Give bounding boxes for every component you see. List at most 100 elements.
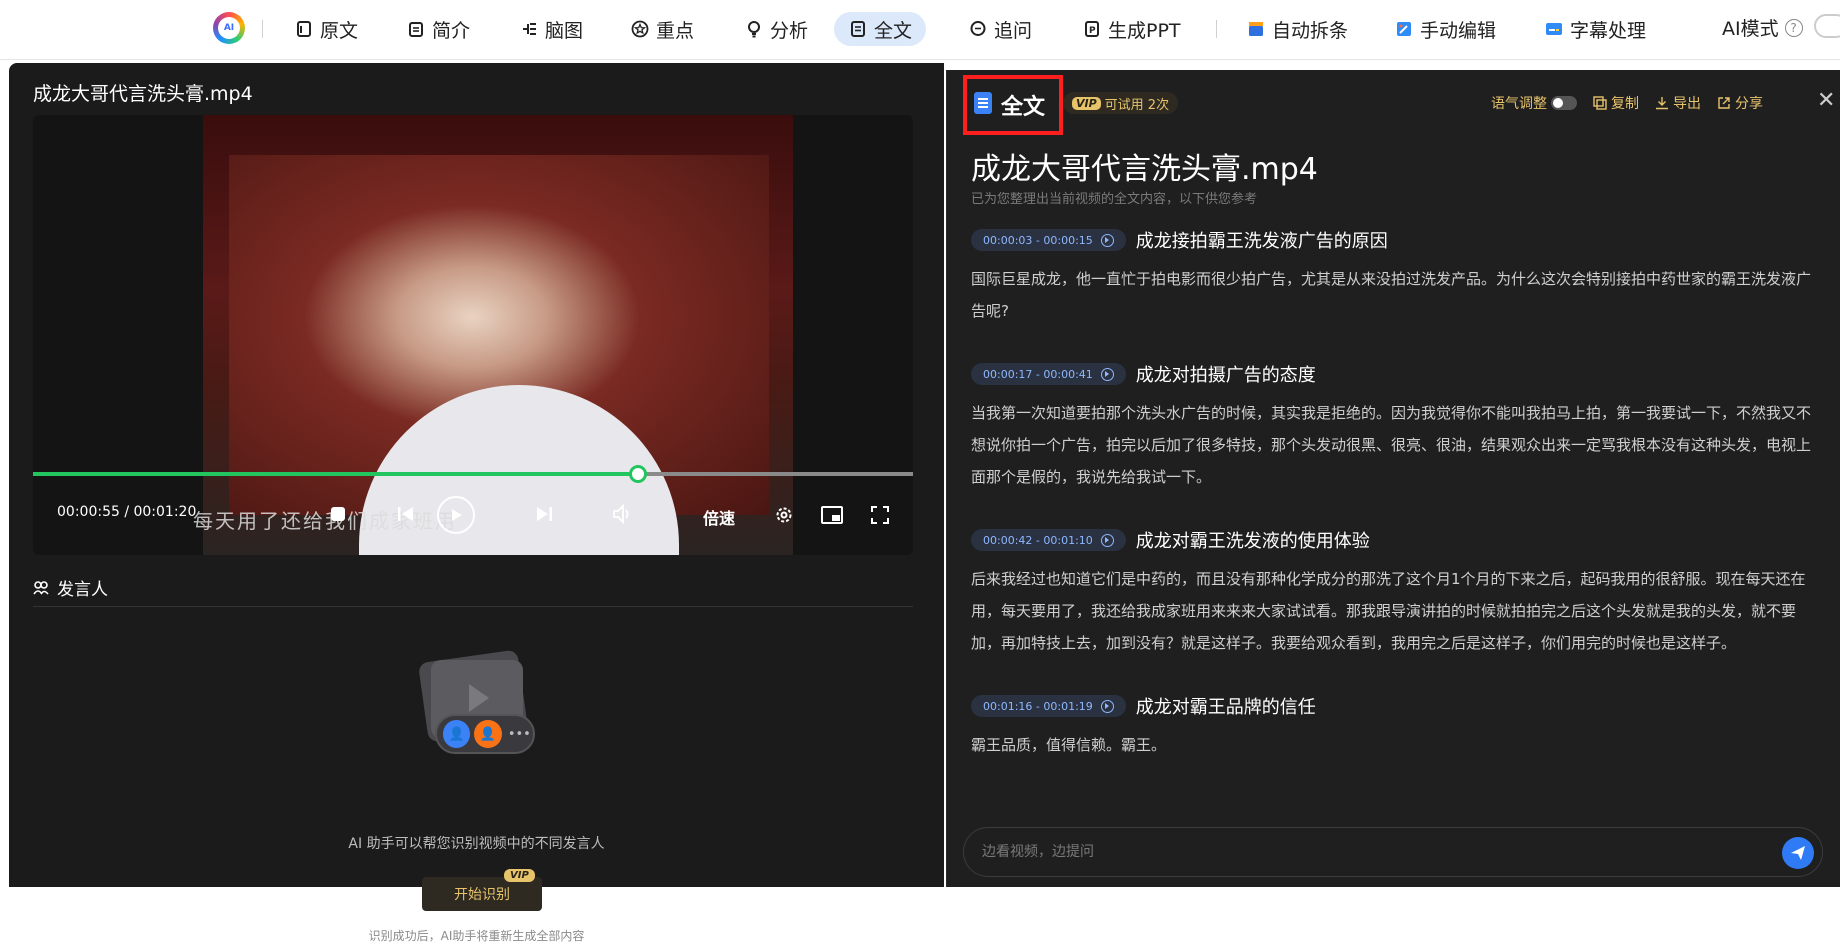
share-icon [1718,97,1730,109]
play-circle-icon [1100,367,1114,381]
start-recognition-button[interactable]: 开始识别 [422,877,542,911]
subtitle-icon [1544,20,1563,39]
mindmap-icon [519,20,538,39]
divider [262,20,263,38]
tab-analysis[interactable]: 分析 [730,12,822,46]
svg-text:P: P [1089,26,1096,36]
transcript-section: 00:01:16 - 00:01:19 成龙对霸王品牌的信任 霸王品质，值得信赖… [971,693,1821,761]
picture-in-picture-icon[interactable] [821,504,843,526]
section-title: 成龙对拍摄广告的态度 [1135,365,1316,386]
video-player[interactable]: 每天用了还给我们成家班用 00:00:55 / 00:01:20 倍速 [33,115,913,555]
tab-summary[interactable]: 简介 [392,12,484,46]
section-body: 霸王品质，值得信赖。霸王。 [971,736,1167,754]
divider [33,606,913,607]
video-panel: 成龙大哥代言洗头膏.mp4 每天用了还给我们成家班用 00:00:55 / 00… [9,63,944,943]
timestamp-label: 00:00:42 - 00:01:10 [983,533,1093,547]
tab-generate-ppt[interactable]: P 生成PPT [1068,12,1195,46]
trial-badge[interactable]: VIP 可试用 2次 [1063,92,1179,114]
close-icon[interactable]: ✕ [1817,88,1835,113]
transcript-section: 00:00:03 - 00:00:15 成龙接拍霸王洗发液广告的原因 国际巨星成… [971,227,1821,327]
transcript-section: 00:00:42 - 00:01:10 成龙对霸王洗发液的使用体验 后来我经过也… [971,527,1821,659]
export-button[interactable]: 导出 [1655,93,1701,113]
timestamp-label: 00:00:03 - 00:00:15 [983,233,1093,247]
progress-bar[interactable] [33,472,913,476]
timestamp-label: 00:01:16 - 00:01:19 [983,699,1093,713]
tab-fulltext[interactable]: 全文 [834,12,927,46]
vip-icon: VIP [1072,96,1101,110]
avatars-pill: 👤 👤 ••• [435,714,535,754]
speaker-illustration: 👤 👤 ••• [417,648,535,758]
ai-mode-label: AI模式 [1722,18,1779,40]
doc-outline-icon [294,20,313,39]
edit-icon [1394,20,1413,39]
document-icon [848,20,867,39]
document-icon [974,92,992,114]
avatar-icon: 👤 [474,720,502,748]
timestamp-button[interactable]: 00:00:03 - 00:00:15 [971,229,1126,251]
timestamp-button[interactable]: 00:00:17 - 00:00:41 [971,363,1126,385]
tab-followup-label: 追问 [994,19,1033,42]
document-subtitle: 已为您整理出当前视频的全文内容，以下供您参考 [971,192,1258,207]
ai-mode[interactable]: AI模式 ? [1722,14,1803,41]
volume-icon[interactable] [611,503,635,525]
stop-icon[interactable] [331,507,345,521]
tab-followup[interactable]: 追问 [954,12,1046,46]
top-toolbar: AI 原文 简介 脑图 重点 分析 全文 追问 P 生成PPT 自动拆条 手动编… [0,0,1840,60]
progress-knob[interactable] [629,465,647,483]
tab-keypoints[interactable]: 重点 [616,12,708,46]
section-header: 00:00:03 - 00:00:15 成龙接拍霸王洗发液广告的原因 [971,227,1821,253]
tone-toggle[interactable] [1551,96,1577,110]
ask-input[interactable] [982,828,1762,876]
previous-icon[interactable] [395,503,417,525]
tab-subtitle-label: 字幕处理 [1570,19,1647,42]
tab-keypoints-label: 重点 [656,19,695,42]
tab-manual-edit-label: 手动编辑 [1420,19,1497,42]
fulltext-panel: 全文 VIP 可试用 2次 语气调整 复制 导出 分享 ✕ 成龙大哥代言洗头膏.… [946,70,1840,887]
copy-button[interactable]: 复制 [1593,93,1639,113]
clapper-icon [1246,20,1265,39]
more-icon: ••• [507,726,531,742]
tab-subtitle[interactable]: 字幕处理 [1530,12,1660,46]
share-button[interactable]: 分享 [1717,93,1763,113]
video-title: 成龙大哥代言洗头膏.mp4 [33,83,253,105]
tab-summary-label: 简介 [432,19,471,42]
tab-mindmap[interactable]: 脑图 [505,12,597,46]
play-circle-icon [1100,533,1114,547]
tone-adjust[interactable]: 语气调整 [1491,93,1577,113]
export-label: 导出 [1673,96,1701,112]
tab-auto-split-label: 自动拆条 [1272,19,1349,42]
speed-button[interactable]: 倍速 [703,505,735,529]
tab-manual-edit[interactable]: 手动编辑 [1380,12,1510,46]
share-label: 分享 [1735,96,1763,112]
progress-fill [33,472,638,476]
fullscreen-icon[interactable] [869,504,891,526]
ai-logo-icon[interactable]: AI [213,12,245,44]
video-frame [203,115,793,555]
tab-auto-split[interactable]: 自动拆条 [1232,12,1362,46]
settings-gear-icon[interactable] [773,504,795,526]
timestamp-button[interactable]: 00:01:16 - 00:01:19 [971,695,1126,717]
tab-mindmap-label: 脑图 [545,19,584,42]
logo-text: AI [218,17,240,39]
ai-mode-toggle[interactable] [1814,14,1840,38]
send-button[interactable] [1782,837,1814,869]
tab-original[interactable]: 原文 [280,12,372,46]
play-circle-icon [1100,699,1114,713]
play-button[interactable] [437,496,475,534]
copy-icon [1593,96,1607,110]
send-icon [1791,846,1805,860]
help-icon[interactable]: ? [1784,18,1803,37]
section-title: 成龙接拍霸王洗发液广告的原因 [1135,231,1388,252]
vip-badge: VIP [504,869,535,882]
timestamp-button[interactable]: 00:00:42 - 00:01:10 [971,529,1126,551]
video-subtitle: 每天用了还给我们成家班用 [193,509,457,533]
tab-analysis-label: 分析 [770,19,809,42]
star-icon [630,20,649,39]
section-title: 成龙对霸王洗发液的使用体验 [1135,531,1370,552]
avatar-icon: 👤 [443,720,471,748]
tone-adjust-label: 语气调整 [1491,96,1547,112]
section-body: 后来我经过也知道它们是中药的，而且没有那种化学成分的那洗了这个月1个月的下来之后… [971,570,1806,652]
divider [1216,20,1217,38]
next-icon[interactable] [533,503,555,525]
section-body: 国际巨星成龙，他一直忙于拍电影而很少拍广告，尤其是从来没拍过洗发产品。为什么这次… [971,270,1812,320]
